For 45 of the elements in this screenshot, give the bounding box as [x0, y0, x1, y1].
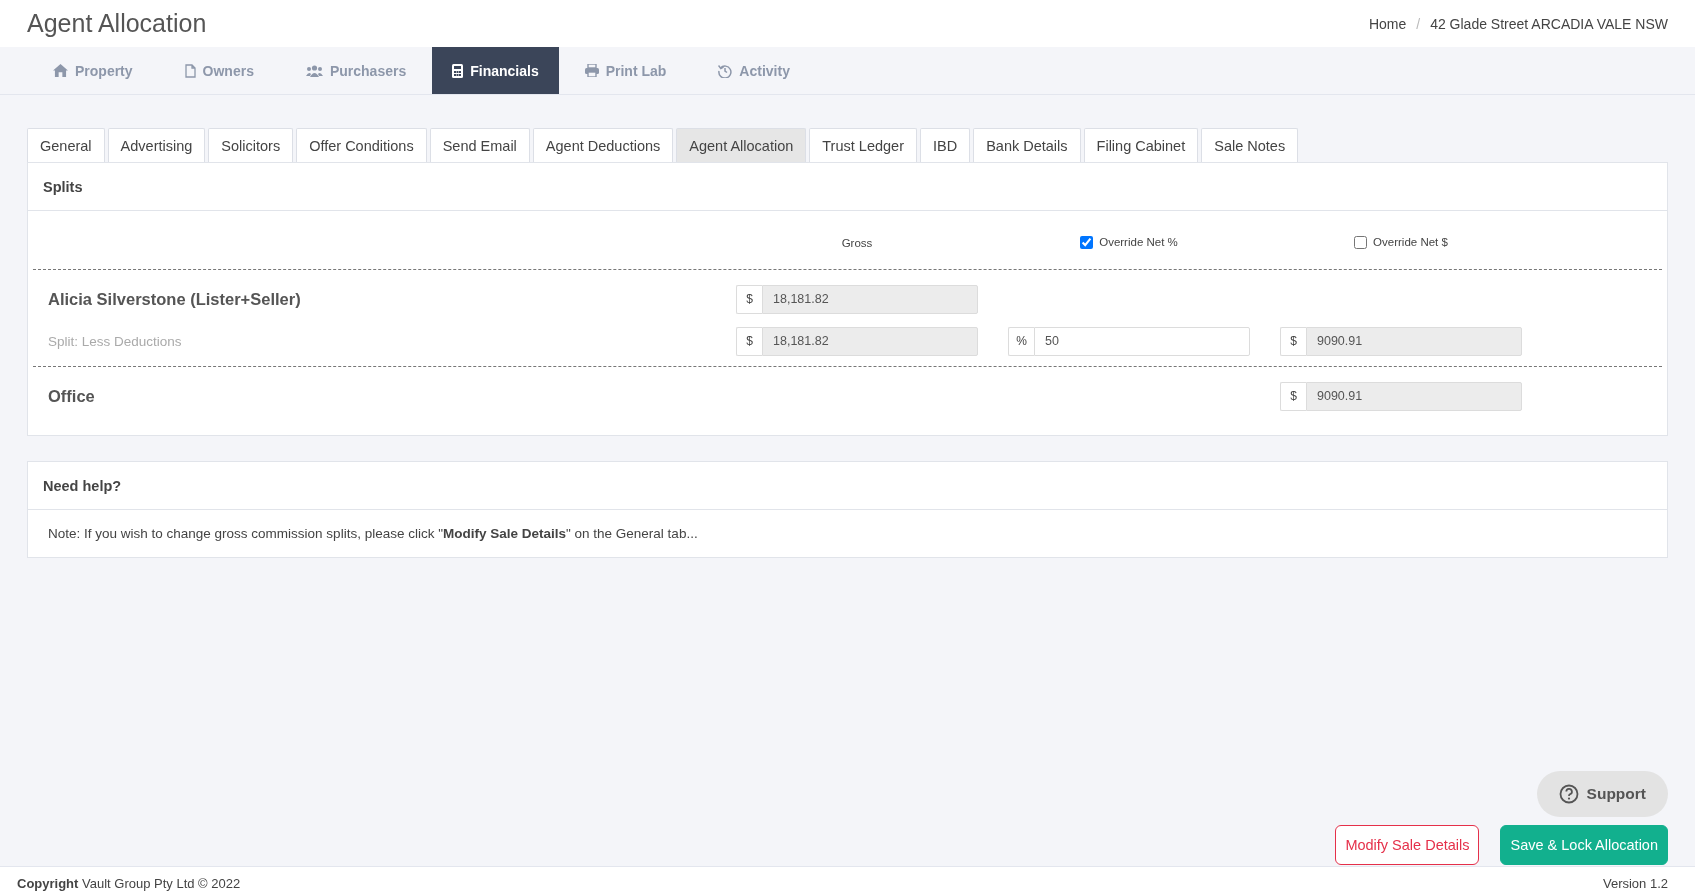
home-icon [53, 64, 68, 77]
override-checkbox[interactable] [1354, 235, 1368, 249]
column-label: Gross [841, 237, 873, 249]
field-prefix: $ [1280, 381, 1306, 411]
card-title: Splits [43, 178, 83, 195]
version-text: Version 1.2 [1602, 876, 1668, 893]
field-prefix: $ [736, 326, 762, 356]
card-title: Need help? [43, 477, 122, 494]
support-button[interactable]: Support [1536, 771, 1668, 817]
nav-tab[interactable]: Financials [432, 47, 559, 94]
breadcrumb-link[interactable]: 42 Glade Street ARCADIA VALE NSW [1430, 15, 1668, 32]
users-icon [305, 64, 323, 77]
history-icon [718, 63, 733, 78]
field-prefix: % [1008, 326, 1034, 356]
copyright-text: Copyright Vault Group Pty Ltd © 2022 [17, 876, 241, 893]
column-label: Override Net % [1099, 236, 1178, 248]
amount-field[interactable]: 50 [1034, 326, 1250, 356]
tab[interactable]: Trust Ledger [809, 128, 917, 162]
tab[interactable]: Agent Allocation [676, 128, 807, 162]
tab[interactable]: Sale Notes [1201, 128, 1299, 162]
document-icon [184, 63, 196, 78]
tab[interactable]: Solicitors [208, 128, 294, 162]
field-prefix: $ [736, 284, 762, 314]
printer-icon [584, 64, 599, 77]
agent-name: Alicia Silverstone (Lister+Seller) [48, 289, 301, 308]
calculator-icon [452, 63, 464, 78]
tab[interactable]: Filing Cabinet [1083, 128, 1199, 162]
action-button[interactable]: Modify Sale Details [1335, 825, 1480, 865]
override-checkbox[interactable] [1080, 235, 1094, 249]
column-label: Override Net $ [1373, 236, 1448, 248]
tab[interactable]: Agent Deductions [532, 128, 674, 162]
agent-name: Office [48, 386, 95, 405]
tab[interactable]: IBD [919, 128, 971, 162]
page-title: Agent Allocation [27, 9, 207, 38]
field-prefix: $ [1280, 326, 1306, 356]
breadcrumb-separator: / [1416, 15, 1421, 32]
tab[interactable]: Send Email [429, 128, 530, 162]
tab[interactable]: General [27, 128, 105, 162]
tab[interactable]: Advertising [107, 128, 206, 162]
help-icon [1558, 784, 1579, 804]
tab[interactable]: Bank Details [973, 128, 1081, 162]
tab[interactable]: Offer Conditions [296, 128, 427, 162]
help-note: Note: If you wish to change gross commission splits, please click "Modify Sale Details" on the General tab... [48, 526, 699, 541]
split-label: Split: Less Deductions [48, 334, 182, 349]
breadcrumb-link[interactable]: Home [1368, 15, 1407, 32]
